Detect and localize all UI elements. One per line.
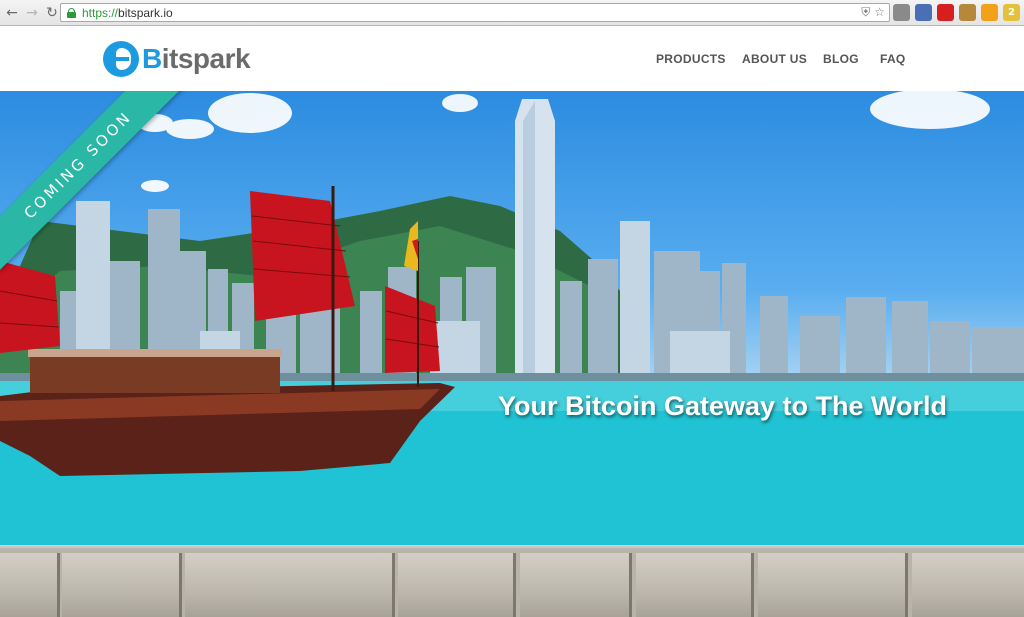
reload-icon: ↻ [46, 4, 58, 21]
dock-plank [62, 553, 182, 617]
bitspark-logo[interactable]: Bitspark [103, 39, 251, 79]
hero-slogan: Your Bitcoin Gateway to The World [498, 391, 948, 421]
browser-toolbar: ← → ↻ https://bitspark.io ⛨ ☆ 2≡ [0, 0, 1024, 26]
calendar-extension-icon[interactable] [915, 4, 932, 21]
url-scheme: https:// [82, 5, 119, 20]
coming-soon-label: COMING SOON [0, 91, 184, 271]
url-text: https://bitspark.io [82, 6, 173, 20]
nav-products[interactable]: PRODUCTS [656, 52, 726, 66]
dock-plank [758, 553, 908, 617]
forward-button[interactable]: → [22, 3, 42, 23]
dock-plank [912, 553, 1024, 617]
nav-blog[interactable]: BLOG [823, 52, 859, 66]
bitspark-logo-mark [103, 41, 139, 77]
arrow-left-icon: ← [6, 4, 18, 21]
dock-plank [398, 553, 516, 617]
star-icon[interactable]: ☆ [874, 5, 885, 20]
logo-letter: B [142, 43, 162, 74]
nav-about-us[interactable]: ABOUT US [742, 52, 807, 66]
bitcoin-extension-icon[interactable] [981, 4, 998, 21]
url-host: bitspark.io [118, 5, 173, 20]
site-header: Bitspark PRODUCTS ABOUT US BLOG FAQ [0, 27, 1024, 91]
hero-banner: COMING SOON Your Bitcoin Gateway to The … [0, 91, 1024, 617]
address-bar[interactable]: https://bitspark.io ⛨ ☆ [60, 3, 890, 22]
shield-icon[interactable]: ⛨ [861, 5, 870, 20]
nav-faq[interactable]: FAQ [880, 52, 906, 66]
dock-plank [185, 553, 395, 617]
reload-button[interactable]: ↻ [42, 3, 62, 23]
logo-wordmark: itspark [161, 43, 251, 74]
extension-icons: 2≡ [893, 4, 1024, 21]
robot-extension-icon[interactable] [959, 4, 976, 21]
dock-plank [636, 553, 754, 617]
shield-extension-icon[interactable] [893, 4, 910, 21]
arrow-right-icon: → [26, 4, 38, 21]
coming-soon-ribbon: COMING SOON [0, 91, 200, 291]
mail-extension-icon[interactable]: 2 [1003, 4, 1020, 21]
dock-plank [0, 553, 60, 617]
opera-extension-icon[interactable] [937, 4, 954, 21]
lock-icon [67, 7, 76, 18]
dock-plank [520, 553, 632, 617]
back-button[interactable]: ← [2, 3, 22, 23]
